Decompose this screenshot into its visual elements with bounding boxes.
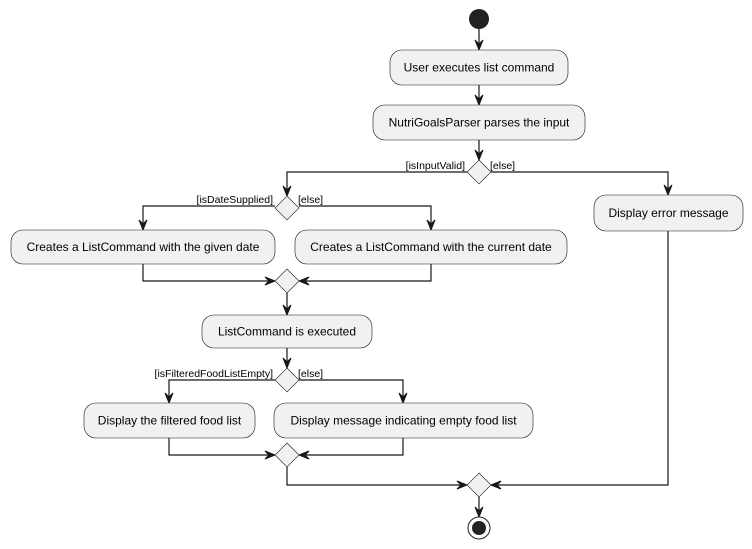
decision-date-supplied: [isDateSupplied] [else]	[197, 194, 323, 221]
action-label: Display message indicating empty food li…	[290, 414, 517, 428]
guard-else: [else]	[298, 194, 323, 206]
action-create-given-date: Creates a ListCommand with the given dat…	[10, 229, 276, 265]
action-label: User executes list command	[404, 61, 555, 75]
activity-diagram: User executes list command NutriGoalsPar…	[10, 9, 744, 540]
end-node	[467, 516, 491, 540]
edge-else-to-empty-msg	[299, 379, 404, 401]
edge-empty-msg-to-merge	[301, 437, 404, 456]
merge-final	[466, 472, 492, 498]
guard-is-filtered-food-list-empty: [isFilteredFoodListEmpty]	[155, 368, 274, 380]
action-list-executed: ListCommand is executed	[201, 314, 373, 349]
edge-empty-to-filtered	[168, 379, 275, 401]
action-create-current-date: Creates a ListCommand with the current d…	[294, 229, 568, 265]
start-node	[469, 9, 489, 29]
edge-date-to-current	[299, 205, 432, 228]
guard-is-date-supplied: [isDateSupplied]	[197, 194, 274, 206]
edge-merge-to-final	[286, 467, 465, 486]
edge-given-to-merge	[142, 263, 273, 282]
guard-else: [else]	[490, 160, 515, 172]
action-label: Display the filtered food list	[98, 414, 242, 428]
edge-filtered-to-merge	[168, 437, 273, 456]
edge-invalid-to-error	[491, 171, 669, 193]
edge-valid-to-date-decision	[286, 171, 467, 194]
merge-list	[274, 442, 300, 468]
guard-is-input-valid: [isInputValid]	[406, 160, 465, 172]
action-user-executes: User executes list command	[389, 49, 569, 86]
edge-current-to-merge	[301, 263, 432, 282]
action-display-filtered: Display the filtered food list	[83, 402, 256, 439]
action-label: Creates a ListCommand with the given dat…	[27, 240, 260, 254]
edge-date-to-given	[142, 205, 275, 228]
action-display-error: Display error message	[593, 194, 744, 232]
guard-else: [else]	[298, 368, 323, 380]
action-label: Display error message	[608, 206, 728, 220]
action-label: NutriGoalsParser parses the input	[389, 116, 570, 130]
action-parser-parses: NutriGoalsParser parses the input	[372, 104, 586, 141]
action-display-empty-msg: Display message indicating empty food li…	[273, 402, 534, 439]
action-label: Creates a ListCommand with the current d…	[310, 240, 552, 254]
edges	[138, 29, 673, 519]
merge-date	[274, 268, 300, 294]
action-label: ListCommand is executed	[218, 325, 356, 339]
edge-error-to-final	[493, 231, 669, 486]
